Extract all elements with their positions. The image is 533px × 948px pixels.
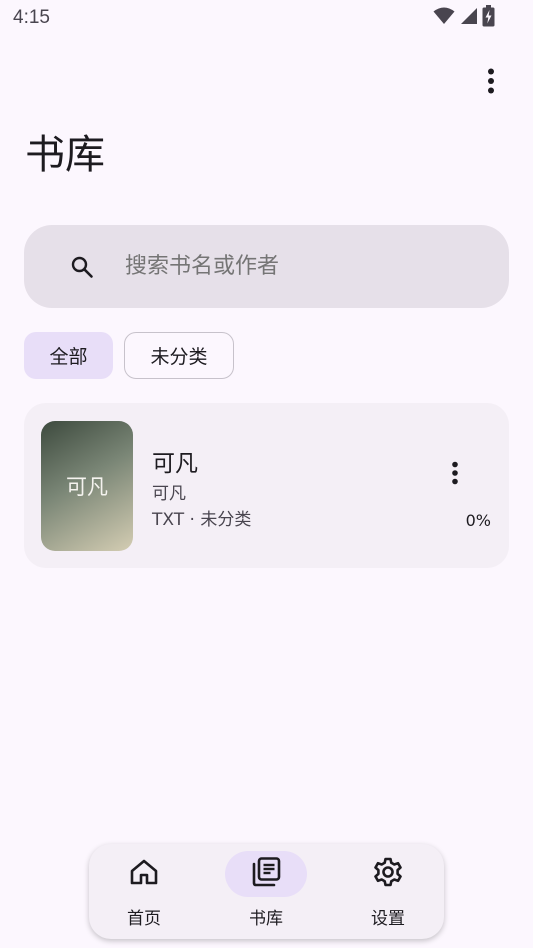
nav-pill-settings [347,851,429,897]
status-bar: 4:15 [0,0,533,36]
battery-charging-icon [482,5,495,31]
more-options-button[interactable] [470,62,512,104]
book-cover-text: 可凡 [66,475,108,499]
book-card[interactable]: 可凡 可凡 可凡 TXT · 未分类 0% [24,403,509,568]
nav-item-settings[interactable]: 设置 [333,844,443,939]
nav-pill-library [225,851,307,897]
gear-icon [372,856,404,892]
search-bar[interactable] [24,225,509,308]
more-vert-icon [451,461,459,489]
book-more-button[interactable] [436,455,474,495]
page-title: 书库 [25,132,105,178]
book-title: 可凡 [152,451,198,477]
filter-chip-uncategorized[interactable]: 未分类 [124,332,234,379]
filter-chip-all[interactable]: 全部 [24,332,113,379]
home-icon [129,858,159,890]
status-time: 4:15 [13,7,50,28]
more-vert-icon [487,68,495,98]
book-meta: TXT · 未分类 [152,510,252,530]
book-author: 可凡 [152,484,186,504]
signal-icon [459,7,478,29]
nav-label-library: 书库 [249,909,283,929]
bottom-nav: 首页 书库 设置 [89,844,444,939]
book-progress: 0% [465,511,491,530]
library-icon [250,856,282,892]
book-cover: 可凡 [41,421,133,551]
nav-label-home: 首页 [127,909,161,929]
nav-pill-home [103,851,185,897]
nav-label-settings: 设置 [371,909,405,929]
status-icons [433,5,495,31]
nav-item-library[interactable]: 书库 [211,844,321,939]
nav-item-home[interactable]: 首页 [89,844,199,939]
search-icon [68,253,96,281]
wifi-icon [433,7,455,29]
search-input[interactable] [125,254,465,279]
